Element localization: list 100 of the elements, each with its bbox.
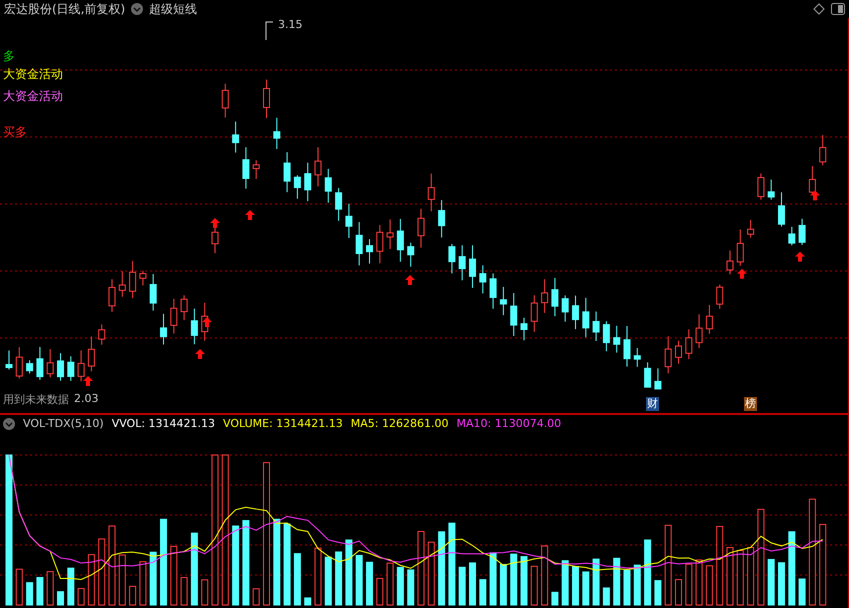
candlestick [180, 294, 188, 321]
candlestick [654, 368, 662, 390]
up-arrow-icon [195, 349, 205, 359]
volume-bar [46, 571, 54, 606]
volume-bar [324, 556, 332, 606]
volume-bar [78, 588, 85, 606]
candlestick [108, 278, 116, 312]
candlestick [273, 117, 280, 150]
candlestick [500, 286, 507, 316]
volume-bar [634, 564, 641, 606]
panel-toggle-icon[interactable] [831, 3, 845, 15]
up-arrow-icon [245, 210, 255, 220]
candlestick [150, 274, 157, 312]
diamond-icon[interactable] [813, 3, 825, 15]
event-badge[interactable]: 榜 [744, 397, 757, 411]
event-badge[interactable]: 财 [646, 397, 659, 411]
high-marker-line [266, 22, 274, 40]
candlestick [458, 244, 466, 281]
up-arrow-icon [202, 317, 212, 328]
candlestick [170, 298, 178, 334]
dropdown-icon[interactable] [131, 3, 144, 15]
volume-bar [139, 561, 146, 606]
candlestick [160, 313, 167, 345]
volume-legend-value: VOL-TDX(5,10) [23, 417, 104, 430]
volume-bar [180, 577, 188, 606]
volume-bar [407, 569, 414, 606]
candlestick [613, 325, 620, 354]
candlestick [602, 320, 610, 352]
candlestick [139, 270, 146, 286]
candlestick [324, 168, 332, 204]
signal-label: 大资金活动 [3, 88, 63, 105]
volume-bar [592, 558, 600, 606]
candlestick [78, 350, 85, 382]
candlestick [747, 219, 754, 238]
volume-legend-value: VOLUME: 1314421.13 [223, 417, 343, 430]
candlestick [768, 179, 775, 200]
signal-label: 大资金活动 [3, 66, 63, 83]
volume-bar [366, 562, 373, 606]
volume-bar [541, 545, 548, 606]
volume-bar [582, 571, 590, 606]
candlestick [582, 297, 590, 338]
candlestick [345, 203, 352, 239]
candlestick [252, 160, 260, 180]
candlestick [335, 188, 342, 222]
volume-bar [798, 578, 806, 606]
candlestick [314, 146, 322, 187]
candlestick [118, 270, 126, 298]
volume-bar [345, 540, 352, 606]
volume-bar [386, 562, 394, 606]
volume-bar [562, 560, 569, 606]
high-price-label: 3.15 [278, 18, 302, 31]
candlestick [190, 308, 198, 345]
volume-bar [16, 568, 23, 606]
candlestick [541, 278, 548, 314]
volume-bar [706, 565, 713, 606]
candlestick [242, 146, 250, 190]
candlestick [736, 228, 744, 266]
volume-bar [201, 579, 208, 606]
candlestick [572, 295, 579, 330]
up-arrow-icon [83, 376, 93, 386]
volume-legend-value: MA5: 1262861.00 [350, 417, 448, 430]
volume-bar [304, 597, 312, 606]
candlestick [222, 83, 229, 118]
candlestick [294, 174, 301, 200]
candlestick [562, 294, 569, 322]
volume-bar [396, 566, 404, 606]
candlestick [46, 348, 54, 378]
volume-bar [36, 577, 44, 606]
volume-bar [469, 562, 476, 606]
volume-bar [500, 564, 507, 606]
candlestick [16, 346, 23, 379]
volume-bar [294, 553, 301, 606]
volume-bar [57, 591, 64, 606]
volume-bar [602, 587, 610, 606]
candlestick [510, 292, 518, 337]
volume-bar [572, 566, 579, 606]
candlestick [88, 336, 95, 372]
volume-bar [129, 586, 136, 606]
volume-bar [696, 559, 703, 606]
volume-legend-value: VVOL: 1314421.13 [112, 417, 216, 430]
volume-bar [490, 552, 497, 606]
candlestick [129, 260, 136, 299]
volume-bar [26, 582, 34, 606]
candlestick [232, 121, 240, 154]
volume-bar [479, 579, 486, 606]
indicator-name: 超级短线 [149, 0, 198, 18]
stock-title: 宏达股份(日线,前复权) [4, 0, 126, 18]
volume-bar [170, 546, 178, 606]
volume-bar [376, 578, 384, 606]
dropdown-icon[interactable] [3, 418, 15, 430]
volume-bar [768, 558, 775, 606]
volume-legend-value: MA10: 1130074.00 [456, 417, 562, 430]
candlestick [386, 218, 394, 250]
volume-bar [726, 547, 734, 606]
volume-bar [458, 566, 466, 606]
candlestick [263, 79, 270, 119]
volume-bar [747, 546, 754, 606]
candlestick [551, 277, 558, 317]
candlestick [469, 244, 476, 288]
up-arrow-icon [210, 218, 220, 228]
